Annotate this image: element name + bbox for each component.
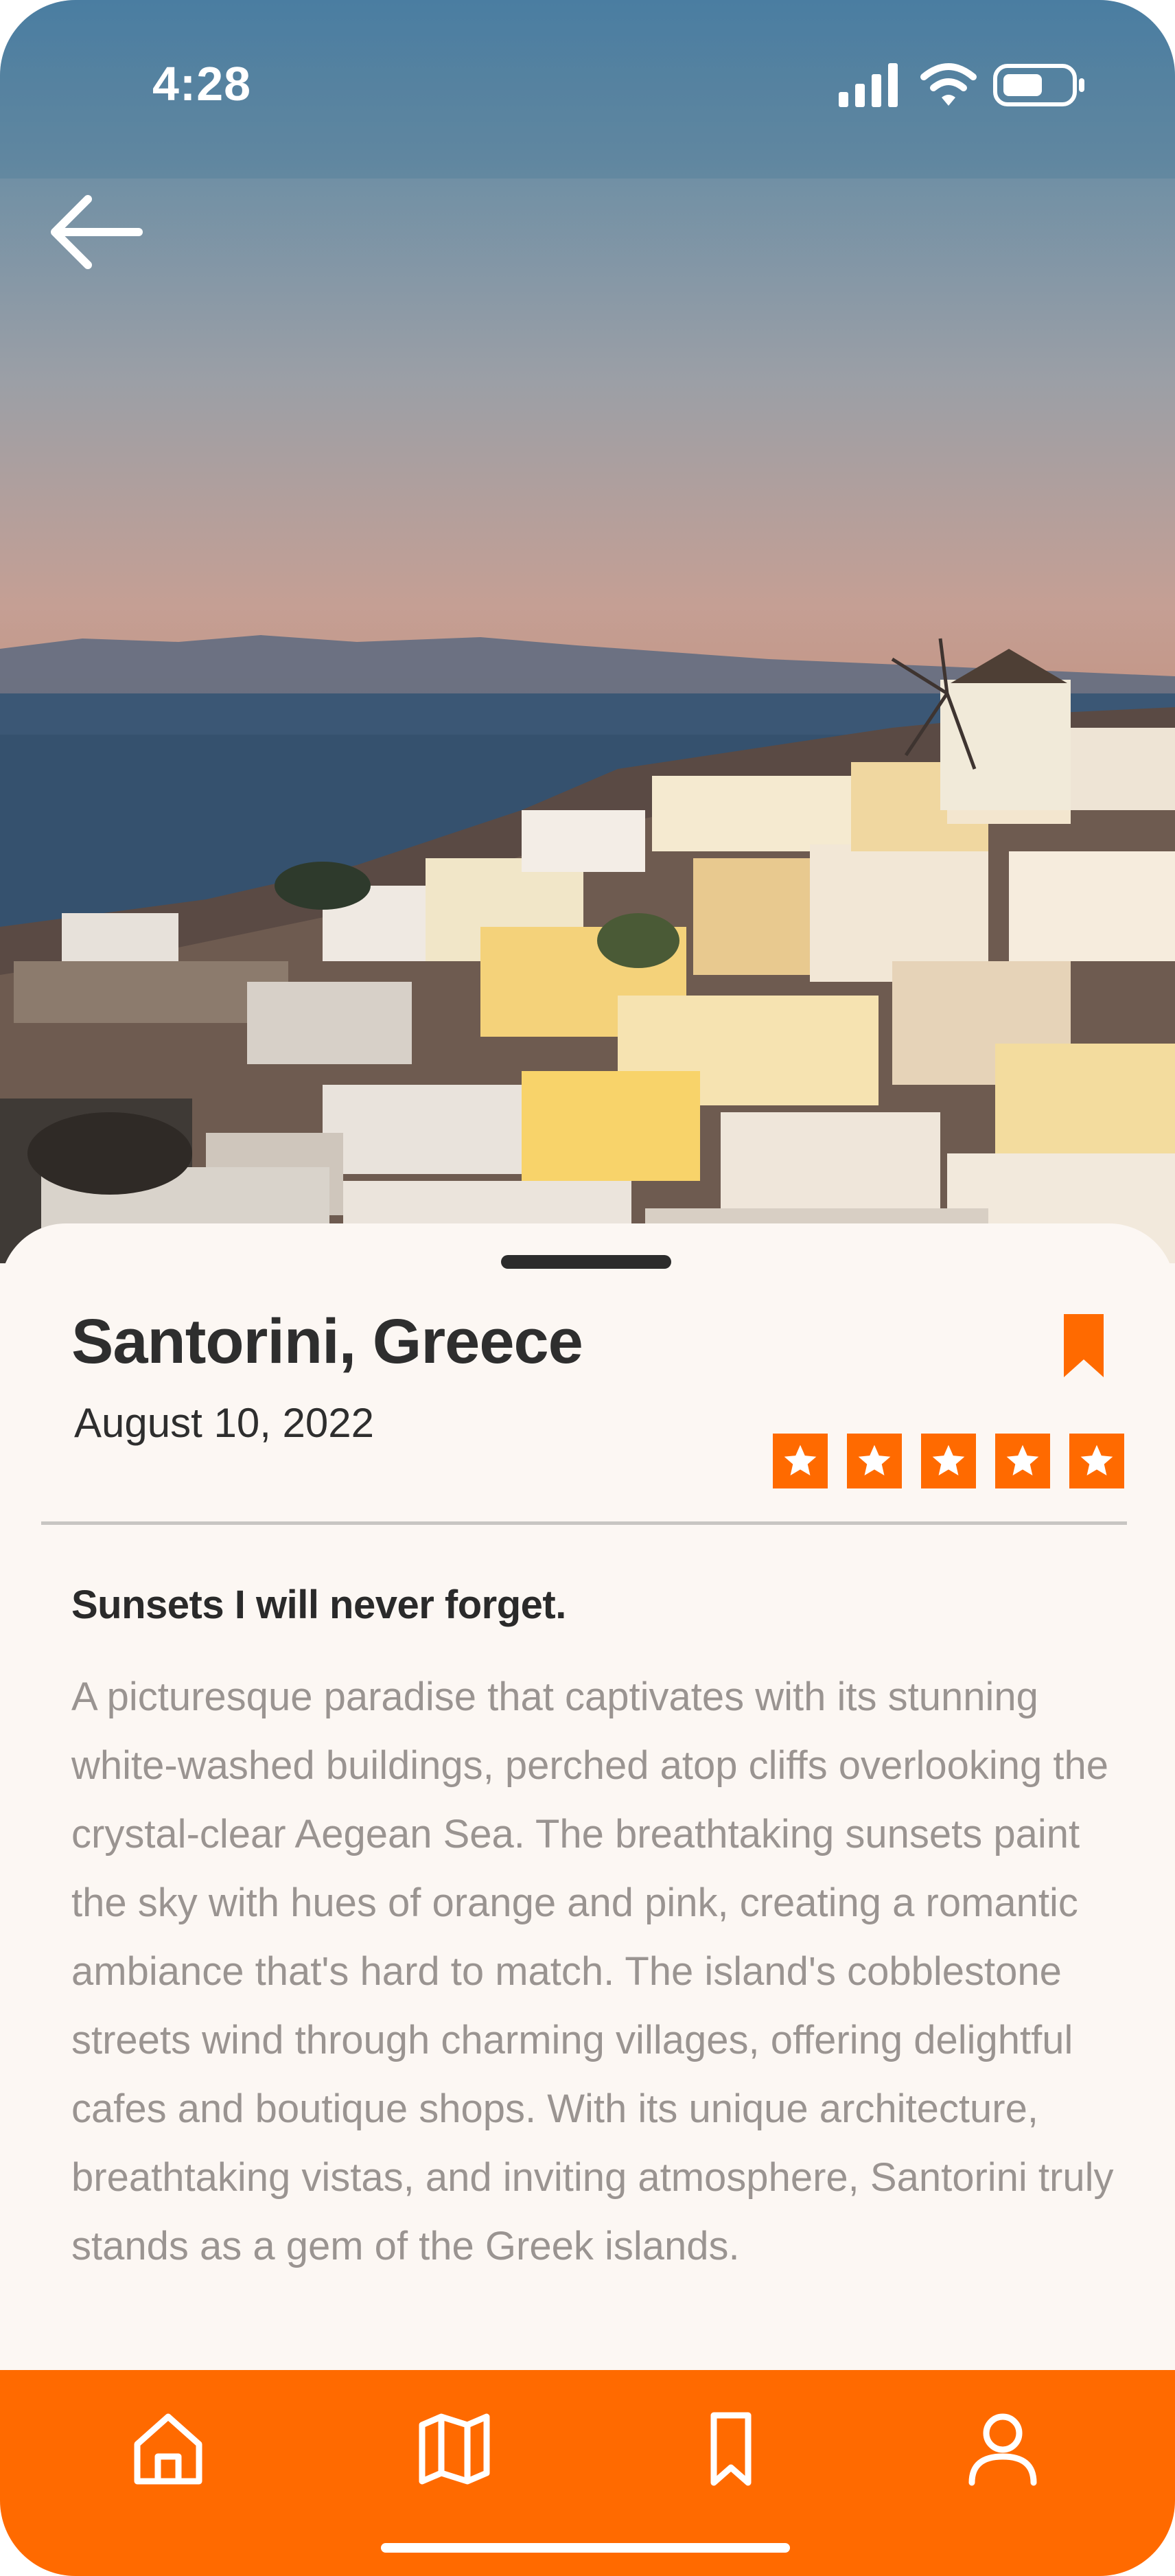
santorini-scene <box>0 0 1175 1263</box>
visit-date: August 10, 2022 <box>74 1400 375 1446</box>
profile-icon <box>968 2413 1037 2486</box>
star-icon[interactable] <box>847 1434 902 1488</box>
cellular-signal-icon <box>839 63 898 107</box>
tab-map[interactable] <box>410 2404 499 2494</box>
star-icon[interactable] <box>995 1434 1050 1488</box>
map-icon <box>419 2413 490 2485</box>
star-icon[interactable] <box>773 1434 828 1488</box>
wifi-icon <box>920 63 977 106</box>
star-rating <box>773 1434 1124 1488</box>
hero-photo <box>0 0 1175 1263</box>
tab-bookmarks[interactable] <box>686 2404 776 2494</box>
status-icons <box>839 60 1086 108</box>
home-indicator <box>381 2543 790 2553</box>
arrow-left-icon <box>51 195 143 269</box>
divider <box>41 1521 1127 1525</box>
bottom-tab-bar <box>0 2370 1175 2576</box>
battery-icon <box>993 64 1084 106</box>
bookmark-icon <box>710 2412 752 2486</box>
bookmark-icon <box>1064 1314 1104 1377</box>
phone-screen: 4:28 Santorini, Greece August 10, 2022 S… <box>0 0 1175 2576</box>
status-time: 4:28 <box>152 57 252 111</box>
home-icon <box>134 2413 202 2485</box>
review-body: A picturesque paradise that captivates w… <box>71 1675 1114 2268</box>
review-headline: Sunsets I will never forget. <box>71 1583 566 1627</box>
sheet-grabber[interactable] <box>501 1255 671 1269</box>
place-title: Santorini, Greece <box>71 1307 583 1377</box>
star-icon[interactable] <box>921 1434 976 1488</box>
star-icon[interactable] <box>1069 1434 1124 1488</box>
tab-profile[interactable] <box>958 2404 1047 2494</box>
tab-home[interactable] <box>124 2404 213 2494</box>
bookmark-button[interactable] <box>1064 1314 1104 1377</box>
back-button[interactable] <box>47 192 143 275</box>
